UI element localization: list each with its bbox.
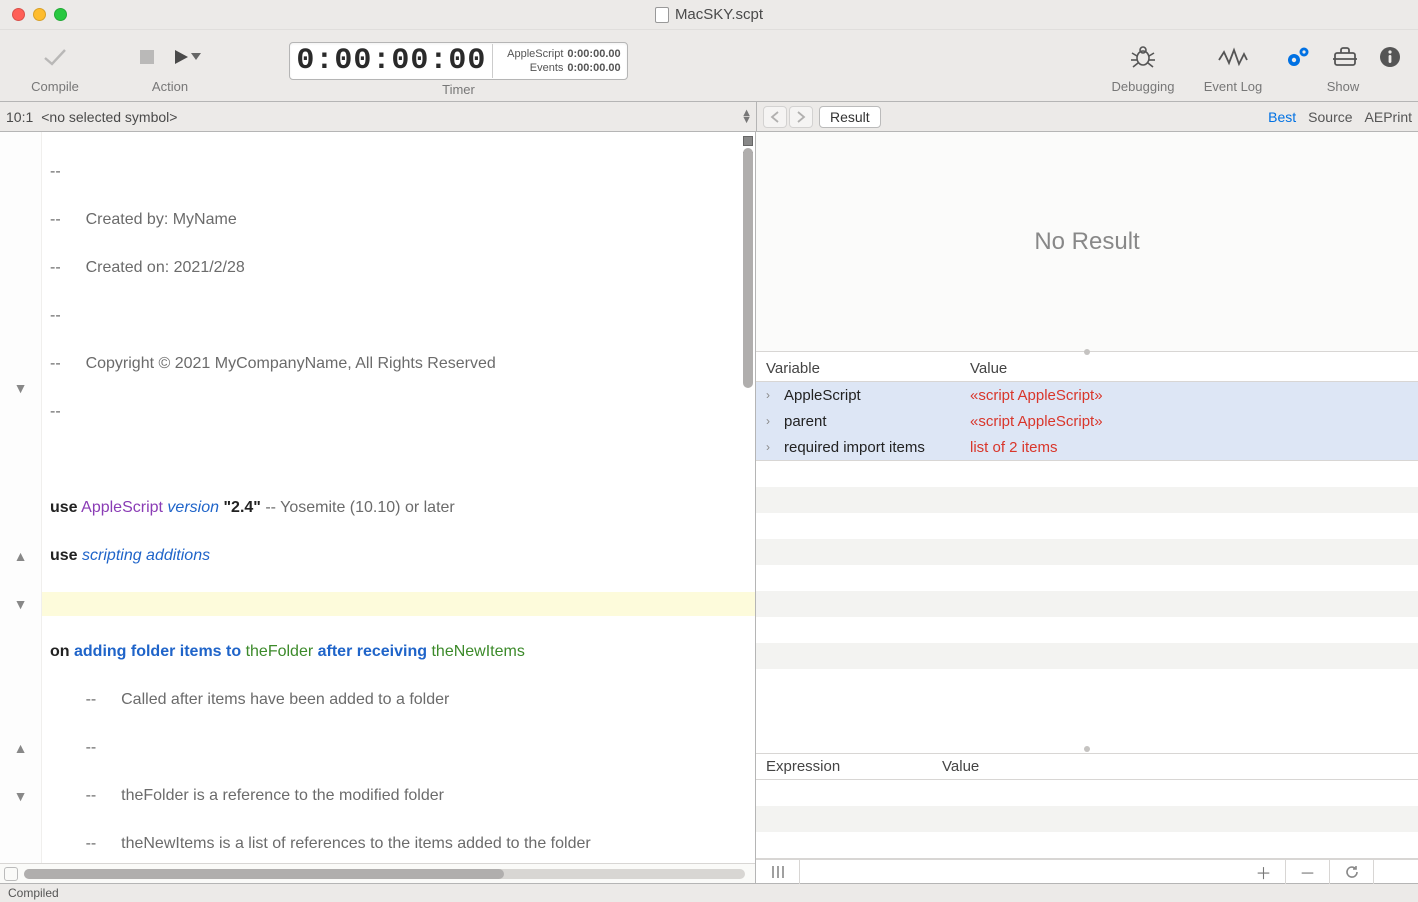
result-view: No Result (756, 132, 1418, 352)
debugging-label: Debugging (1112, 79, 1175, 94)
splitter[interactable] (756, 749, 1418, 753)
timer-events-label: Events (499, 61, 563, 75)
variables-table: Variable Value ›AppleScript «script Appl… (756, 356, 1418, 461)
debugging-button[interactable] (1129, 45, 1157, 69)
traffic-lights (0, 8, 67, 21)
navigation-bar: 10:1 <no selected symbol> ▲▼ Result Best… (0, 102, 1418, 132)
chevron-right-icon: › (766, 388, 778, 402)
show-label: Show (1327, 79, 1360, 94)
expression-toolbar: ＋ － (756, 859, 1418, 883)
toolbar: Compile Action 0:00:00:00 AppleScript 0:… (0, 30, 1418, 102)
symbol-stepper[interactable]: ▲▼ (741, 110, 752, 124)
results-pane: No Result Variable Value ›AppleScript «s… (756, 132, 1418, 883)
code-editor[interactable]: ▼ ▲ ▼ ▲ ▼ -- -- Created by: MyName -- Cr… (0, 132, 755, 863)
tab-aeprint[interactable]: AEPrint (1365, 109, 1412, 125)
timer-panel: 0:00:00:00 AppleScript 0:00:00.00 Events… (289, 42, 627, 80)
editor-bottom-bar (0, 863, 755, 883)
remove-expression-button[interactable]: － (1286, 860, 1330, 884)
toolbox-button[interactable] (1333, 47, 1357, 67)
eventlog-label: Event Log (1204, 79, 1263, 94)
stop-button[interactable] (139, 49, 155, 65)
timer-label: Timer (442, 82, 475, 97)
action-label: Action (152, 79, 188, 94)
eventlog-button[interactable] (1218, 46, 1248, 68)
table-row[interactable]: ›AppleScript «script AppleScript» (756, 382, 1418, 408)
table-row[interactable]: ›required import items list of 2 items (756, 434, 1418, 460)
horizontal-scrollbar[interactable] (24, 869, 745, 879)
compile-button[interactable] (41, 46, 69, 68)
document-icon (655, 7, 669, 23)
editor-pane: ▼ ▲ ▼ ▲ ▼ -- -- Created by: MyName -- Cr… (0, 132, 756, 883)
tab-best[interactable]: Best (1268, 109, 1296, 125)
minimize-window-button[interactable] (33, 8, 46, 21)
table-row[interactable]: ›parent «script AppleScript» (756, 408, 1418, 434)
splitter[interactable] (756, 352, 1418, 356)
more-button[interactable] (1374, 860, 1418, 884)
timer-applescript-label: AppleScript (499, 47, 563, 61)
window-titlebar: MacSKY.scpt (0, 0, 1418, 30)
nav-forward-button[interactable] (789, 106, 813, 128)
close-window-button[interactable] (12, 8, 25, 21)
table-row[interactable] (756, 806, 1418, 832)
tab-source[interactable]: Source (1308, 109, 1352, 125)
expressions-table: Expression Value (756, 753, 1418, 859)
nav-back-button[interactable] (763, 106, 787, 128)
code-gutter: ▼ ▲ ▼ ▲ ▼ (0, 132, 42, 863)
variables-empty-rows (756, 461, 1418, 749)
compile-label: Compile (31, 79, 79, 94)
no-result-text: No Result (1034, 228, 1139, 256)
symbol-selector[interactable]: <no selected symbol> (41, 109, 177, 125)
variables-header-name[interactable]: Variable (756, 360, 964, 377)
zoom-window-button[interactable] (54, 8, 67, 21)
gears-button[interactable] (1285, 45, 1311, 69)
expr-header-value[interactable]: Value (936, 758, 1418, 775)
table-row[interactable] (756, 780, 1418, 806)
columns-button[interactable] (756, 860, 800, 884)
status-text: Compiled (8, 886, 59, 900)
result-selector[interactable]: Result (819, 106, 881, 128)
expr-header-name[interactable]: Expression (756, 758, 936, 775)
timer-applescript-value: 0:00:00.00 (567, 47, 620, 61)
window-title: MacSKY.scpt (675, 6, 763, 23)
result-view-tabs: Best Source AEPrint (1268, 109, 1412, 125)
info-button[interactable] (1379, 46, 1401, 68)
refresh-button[interactable] (1330, 860, 1374, 884)
timer-events-value: 0:00:00.00 (567, 61, 620, 75)
variables-header-value[interactable]: Value (964, 360, 1418, 377)
code-content[interactable]: -- -- Created by: MyName -- Created on: … (42, 132, 755, 863)
vertical-scrollbar[interactable] (743, 136, 753, 861)
chevron-right-icon: › (766, 440, 778, 454)
run-button[interactable] (173, 49, 201, 65)
timer-main: 0:00:00:00 (296, 44, 493, 78)
cursor-position: 10:1 (6, 109, 33, 125)
status-bar: Compiled (0, 884, 1418, 902)
add-expression-button[interactable]: ＋ (1242, 860, 1286, 884)
table-row[interactable] (756, 832, 1418, 858)
main-split: ▼ ▲ ▼ ▲ ▼ -- -- Created by: MyName -- Cr… (0, 132, 1418, 884)
chevron-right-icon: › (766, 414, 778, 428)
split-toggle-button[interactable] (4, 867, 18, 881)
